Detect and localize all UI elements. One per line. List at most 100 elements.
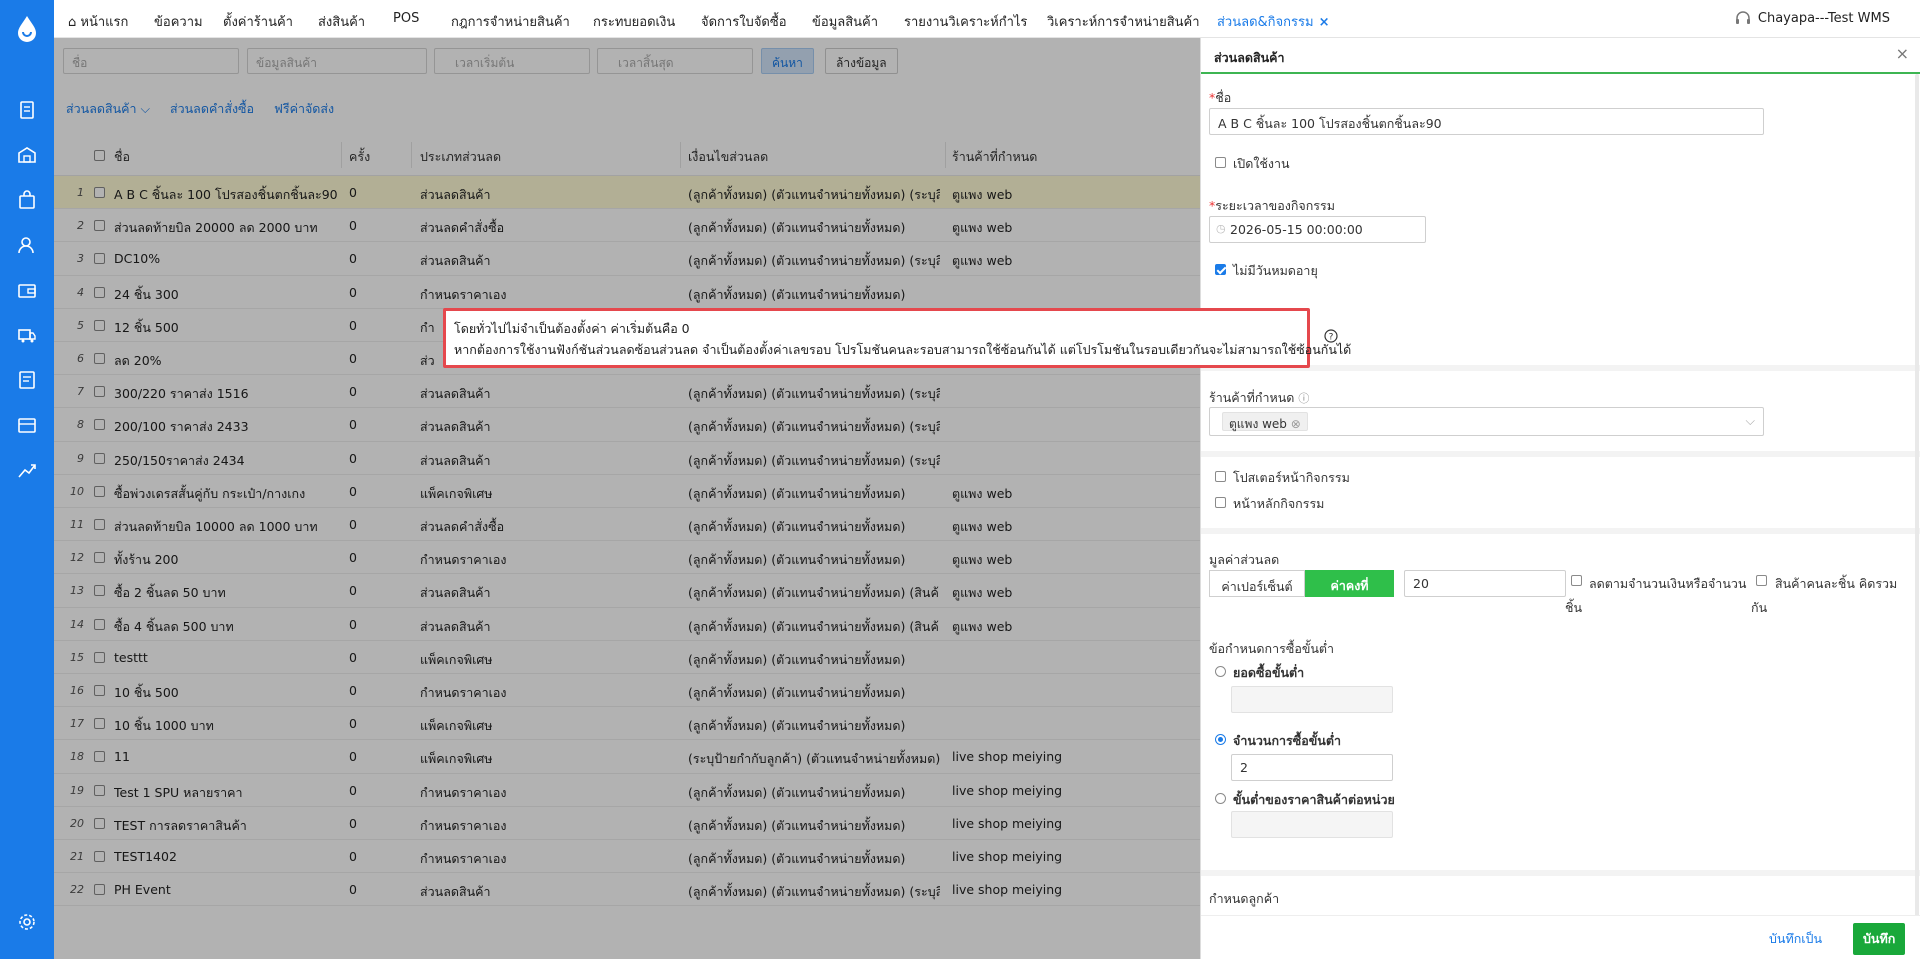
table-row[interactable]: 17 10 ชิ้น 1000 บาท 0 แพ็คเกจพิเศษ (ลูกค้าทั…	[54, 707, 1200, 741]
search-button[interactable]: ค้นหา	[761, 48, 814, 74]
user-account-name[interactable]: Chayapa---Test WMS	[1758, 11, 1890, 26]
start-time-input[interactable]: เวลาเริ่มต้น	[434, 48, 590, 74]
row-checkbox[interactable]	[94, 353, 105, 364]
tab-sales-analysis[interactable]: วิเคราะห์การจำหน่ายสินค้า	[1047, 11, 1200, 32]
table-row[interactable]: 14 ซื้อ 4 ชิ้นลด 500 บาท 0 ส่วนลดสินค้า (ลูก…	[54, 608, 1200, 641]
row-checkbox[interactable]	[94, 452, 105, 464]
per-item-checkbox[interactable]	[1756, 575, 1767, 586]
table-row[interactable]: 8 200/100 ราคาส่ง 2433 0 ส่วนลดสินค้า (ลูกค้…	[54, 408, 1200, 442]
table-row[interactable]: 19 Test 1 SPU หลายราคา 0 กำหนดราคาเอง (ลูกค้…	[54, 774, 1200, 807]
table-row[interactable]: 3 DC10% 0 ส่วนลดสินค้า (ลูกค้าทั้งหมด) (ตัวแ…	[54, 242, 1200, 276]
percent-segment[interactable]: ค่าเปอร์เซ็นต์	[1209, 570, 1305, 597]
table-row[interactable]: 18 11 0 แพ็คเกจพิเศษ (ระบุป้ายกำกับลูกค้า) (…	[54, 740, 1200, 774]
row-checkbox[interactable]	[94, 685, 105, 696]
product-filter-input[interactable]: ข้อมูลสินค้า	[247, 48, 427, 74]
subtab-order-discount[interactable]: ส่วนลดคำสั่งซื้อ	[170, 101, 254, 116]
table-row[interactable]: 13 ซื้อ 2 ชิ้นลด 50 บาท 0 ส่วนลดสินค้า (ลูกค…	[54, 574, 1200, 608]
min-unit-price-input[interactable]	[1231, 811, 1393, 838]
enable-checkbox[interactable]	[1215, 157, 1226, 168]
save-button[interactable]: บันทึก	[1853, 923, 1906, 955]
tab-reconciliation[interactable]: กระทบยอดเงิน	[593, 11, 675, 32]
row-checkbox[interactable]	[94, 585, 105, 597]
trend-chart-icon[interactable]	[17, 460, 37, 480]
row-checkbox[interactable]	[94, 884, 105, 896]
min-qty-radio[interactable]	[1215, 734, 1226, 745]
discount-value-input[interactable]: 20	[1404, 570, 1566, 597]
table-row[interactable]: 1 A B C ชิ้นละ 100 โปรสองชิ้นตกชิ้นละ90 0 ส…	[54, 176, 1200, 210]
tab-close-icon[interactable]: ×	[1319, 15, 1330, 30]
by-amount-checkbox[interactable]	[1571, 575, 1582, 586]
shop-select[interactable]: ตูแพง web ⊗ ⌵	[1209, 407, 1764, 436]
row-checkbox[interactable]	[94, 253, 105, 265]
tab-product-info[interactable]: ข้อมูลสินค้า	[812, 11, 878, 32]
tab-messages[interactable]: ข้อความ	[154, 11, 203, 32]
warehouse-icon[interactable]	[17, 145, 37, 165]
period-start-input[interactable]: ◷ 2026-05-15 00:00:00	[1209, 216, 1426, 243]
min-unit-price-radio[interactable]	[1215, 793, 1226, 804]
app-logo-icon[interactable]	[15, 14, 39, 42]
select-all-checkbox[interactable]	[94, 150, 105, 161]
row-checkbox[interactable]	[94, 187, 105, 198]
name-input[interactable]: A B C ชิ้นละ 100 โปรสองชิ้นตกชิ้นละ90	[1209, 108, 1764, 135]
table-row[interactable]: 21 TEST1402 0 กำหนดราคาเอง (ลูกค้าทั้งหมด) (…	[54, 840, 1200, 874]
poster-checkbox[interactable]	[1215, 471, 1226, 482]
tab-pos[interactable]: POS	[393, 11, 419, 26]
settings-gear-icon[interactable]	[17, 912, 37, 932]
name-filter-input[interactable]: ชื่อ	[63, 48, 239, 74]
user-icon[interactable]	[17, 235, 37, 255]
tab-shipping[interactable]: ส่งสินค้า	[318, 11, 365, 32]
row-checkbox[interactable]	[94, 419, 105, 431]
row-checkbox[interactable]	[94, 552, 105, 564]
tag-remove-icon[interactable]: ⊗	[1291, 417, 1301, 431]
row-checkbox[interactable]	[94, 851, 105, 862]
row-checkbox[interactable]	[94, 784, 105, 796]
subtab-free-shipping[interactable]: ฟรีค่าจัดส่ง	[274, 101, 334, 116]
row-checkbox[interactable]	[94, 751, 105, 763]
subtab-product-discount[interactable]: ส่วนลดสินค้า ⌵	[66, 101, 150, 116]
truck-icon[interactable]	[17, 325, 37, 345]
row-checkbox[interactable]	[94, 817, 105, 829]
row-checkbox[interactable]	[94, 485, 105, 497]
row-checkbox[interactable]	[94, 286, 105, 298]
table-row[interactable]: 7 300/220 ราคาส่ง 1516 0 ส่วนลดสินค้า (ลูกค้…	[54, 375, 1200, 409]
table-row[interactable]: 11 ส่วนลดท้ายบิล 10000 ลด 1000 บาท 0 ส่วนลด…	[54, 508, 1200, 542]
table-row[interactable]: 9 250/150ราคาส่ง 2434 0 ส่วนลดสินค้า (ลูกค้า…	[54, 442, 1200, 475]
no-expiry-checkbox[interactable]	[1215, 264, 1226, 275]
end-time-input[interactable]: เวลาสิ้นสุด	[597, 48, 753, 74]
panel-close-icon[interactable]: ×	[1896, 44, 1909, 63]
table-row[interactable]: 4 24 ชิ้น 300 0 กำหนดราคาเอง (ลูกค้าทั้งหมด)…	[54, 276, 1200, 309]
row-checkbox[interactable]	[94, 718, 105, 730]
headset-support-icon[interactable]	[1734, 10, 1752, 28]
table-row[interactable]: 16 10 ชิ้น 500 0 กำหนดราคาเอง (ลูกค้าทั้งหมด…	[54, 674, 1200, 708]
fixed-segment[interactable]: ค่าคงที่	[1305, 570, 1394, 597]
table-row[interactable]: 2 ส่วนลดท้ายบิล 20000 ลด 2000 บาท 0 ส่วนลดค…	[54, 209, 1200, 243]
wallet-icon[interactable]	[17, 280, 37, 300]
tab-discounts-active[interactable]: ส่วนลด&กิจกรรม ×	[1217, 11, 1330, 43]
tab-profit-report[interactable]: รายงานวิเคราะห์กำไร	[904, 11, 1027, 32]
row-checkbox[interactable]	[94, 386, 105, 398]
table-row[interactable]: 12 ทั้งร้าน 200 0 กำหนดราคาเอง (ลูกค้าทั้งหม…	[54, 541, 1200, 575]
table-row[interactable]: 10 ซื้อพ่วงเดรสสั้นคู่กับ กระเป๋า/กางเกง 0…	[54, 475, 1200, 508]
report-icon[interactable]	[17, 370, 37, 390]
table-row[interactable]: 22 PH Event 0 ส่วนลดสินค้า (ลูกค้าทั้งหมด) (…	[54, 873, 1200, 907]
document-icon[interactable]	[17, 100, 37, 120]
tab-sales-rules[interactable]: กฎการจำหน่ายสินค้า	[451, 11, 570, 32]
min-qty-input[interactable]: 2	[1231, 754, 1393, 781]
store-icon[interactable]	[17, 415, 37, 435]
table-row[interactable]: 15 testtt 0 แพ็คเกจพิเศษ (ลูกค้าทั้งหมด) (ตั…	[54, 641, 1200, 674]
help-question-icon[interactable]: ?	[1324, 329, 1338, 343]
table-row[interactable]: 20 TEST การลดราคาสินค้า 0 กำหนดราคาเอง (ลูกค…	[54, 807, 1200, 840]
shop-info-icon[interactable]: ⓘ	[1298, 392, 1309, 405]
row-checkbox[interactable]	[94, 618, 105, 630]
clear-button[interactable]: ล้างข้อมูล	[825, 48, 898, 74]
row-checkbox[interactable]	[94, 220, 105, 232]
panel-scrollbar[interactable]	[1915, 74, 1919, 954]
min-amount-input[interactable]	[1231, 686, 1393, 713]
min-amount-radio[interactable]	[1215, 666, 1226, 677]
row-checkbox[interactable]	[94, 319, 105, 331]
row-checkbox[interactable]	[94, 519, 105, 530]
tab-home[interactable]: ⌂ หน้าแรก	[68, 11, 128, 32]
tab-purchase-orders[interactable]: จัดการใบจัดซื้อ	[701, 11, 787, 32]
shopping-bag-icon[interactable]	[17, 190, 37, 210]
tab-shop-settings[interactable]: ตั้งค่าร้านค้า	[223, 11, 293, 32]
